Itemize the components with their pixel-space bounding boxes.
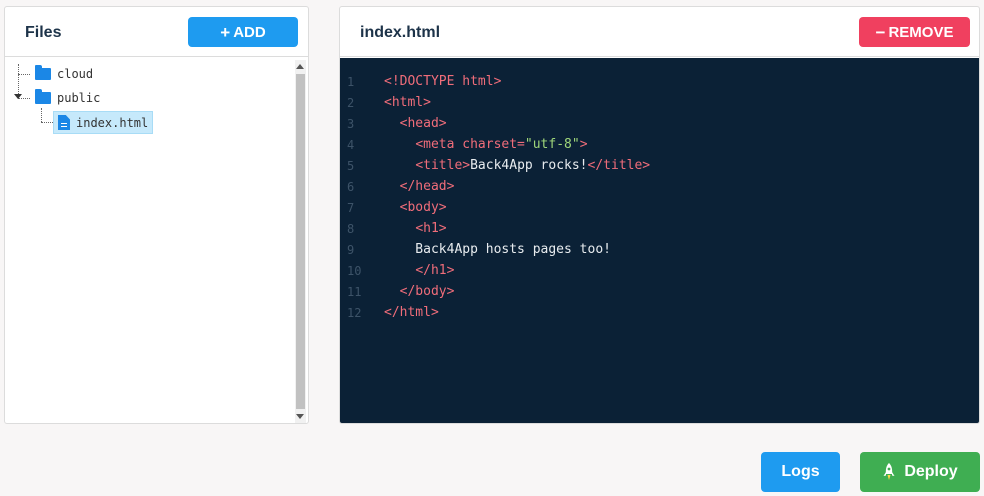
line-number: 1 (347, 74, 355, 89)
code-token: <!DOCTYPE html> (384, 74, 502, 89)
code-text: <h1> (384, 221, 447, 236)
code-line[interactable]: 9 Back4App hosts pages too! (340, 239, 979, 260)
line-number: 9 (347, 242, 355, 257)
code-token: <head> (399, 116, 447, 131)
code-line[interactable]: 12 </html> (340, 302, 979, 323)
tree-connector (41, 108, 42, 122)
code-token: </h1> (415, 263, 455, 278)
line-number: 3 (347, 116, 355, 131)
add-button-label: ADD (233, 23, 266, 41)
rocket-icon (883, 463, 895, 480)
deploy-button-label: Deploy (904, 463, 958, 480)
code-line[interactable]: 4 <meta charset="utf-8"> (340, 134, 979, 155)
scroll-up-icon[interactable] (296, 64, 304, 69)
code-token: "utf-8" (524, 137, 580, 152)
tree-connector (18, 64, 19, 98)
file-tree: cloud public index.html (5, 58, 293, 423)
code-text: <title>Back4App rocks!</title> (384, 158, 650, 173)
code-token: </title> (587, 158, 651, 173)
code-token: <title> (415, 158, 471, 173)
code-text: <!DOCTYPE html> (384, 74, 501, 89)
code-text: </head> (384, 179, 455, 194)
tree-item-label: index.html (76, 115, 149, 130)
code-text: <body> (384, 200, 447, 215)
code-line[interactable]: 6 </head> (340, 176, 979, 197)
code-text: <html> (384, 95, 431, 110)
code-text: </body> (384, 284, 455, 299)
editor-file-title: index.html (360, 24, 441, 41)
tree-scrollbar[interactable] (295, 60, 306, 423)
code-line[interactable]: 8 <h1> (340, 218, 979, 239)
deploy-button[interactable]: Deploy (860, 452, 980, 492)
remove-button-label: REMOVE (888, 23, 954, 41)
code-token: </body> (399, 284, 455, 299)
code-token: </html> (384, 305, 439, 320)
files-panel-header: Files + ADD (5, 7, 308, 57)
minus-icon: − (875, 22, 886, 42)
folder-icon (35, 65, 51, 80)
line-number: 12 (347, 305, 362, 320)
logs-button-label: Logs (781, 463, 820, 480)
tree-connector (41, 122, 53, 123)
file-icon (58, 115, 70, 130)
code-line[interactable]: 3 <head> (340, 113, 979, 134)
code-editor[interactable]: 1 <!DOCTYPE html> 2 <html> 3 <head> 4 <meta c… (340, 58, 979, 423)
tree-item-index-html[interactable]: index.html (53, 111, 154, 134)
code-line[interactable]: 1 <!DOCTYPE html> (340, 71, 979, 92)
code-line[interactable]: 11 </body> (340, 281, 979, 302)
files-panel: Files + ADD cloud public index.html (4, 6, 309, 424)
code-token: <meta charset= (415, 137, 525, 152)
add-button[interactable]: + ADD (188, 17, 298, 47)
line-number: 7 (347, 200, 355, 215)
line-number: 10 (347, 263, 362, 278)
editor-panel-header: index.html − REMOVE (340, 7, 979, 57)
code-token: <html> (384, 95, 431, 110)
line-number: 11 (347, 284, 362, 299)
code-token: </head> (399, 179, 455, 194)
code-line[interactable]: 10 </h1> (340, 260, 979, 281)
logs-button[interactable]: Logs (761, 452, 840, 492)
tree-item-cloud[interactable]: cloud (31, 64, 97, 84)
scroll-down-icon[interactable] (296, 414, 304, 419)
remove-button[interactable]: − REMOVE (859, 17, 970, 47)
line-number: 6 (347, 179, 355, 194)
code-line[interactable]: 2 <html> (340, 92, 979, 113)
line-number: 5 (347, 158, 355, 173)
editor-panel: index.html − REMOVE 1 <!DOCTYPE html> 2 <ht… (339, 6, 980, 424)
code-text: <head> (384, 116, 447, 131)
code-token: <h1> (415, 221, 447, 236)
files-title: Files (25, 24, 62, 41)
scroll-thumb[interactable] (296, 74, 305, 409)
tree-item-label: public (57, 91, 101, 105)
line-number: 2 (347, 95, 355, 110)
code-text: <meta charset="utf-8"> (384, 137, 588, 152)
tree-connector (18, 74, 30, 75)
code-line[interactable]: 7 <body> (340, 197, 979, 218)
code-token: <body> (399, 200, 447, 215)
code-token: Back4App rocks! (470, 158, 588, 173)
code-token: > (579, 137, 588, 152)
code-token: Back4App hosts pages too! (384, 242, 611, 257)
plus-icon: + (220, 22, 231, 42)
line-number: 8 (347, 221, 355, 236)
code-text: </h1> (384, 263, 454, 278)
folder-icon (35, 89, 51, 104)
collapse-icon[interactable] (14, 94, 22, 99)
code-line[interactable]: 5 <title>Back4App rocks!</title> (340, 155, 979, 176)
tree-item-label: cloud (57, 67, 94, 81)
line-number: 4 (347, 137, 355, 152)
code-text: Back4App hosts pages too! (384, 242, 611, 257)
tree-item-public[interactable]: public (31, 88, 104, 108)
code-text: </html> (384, 305, 439, 320)
